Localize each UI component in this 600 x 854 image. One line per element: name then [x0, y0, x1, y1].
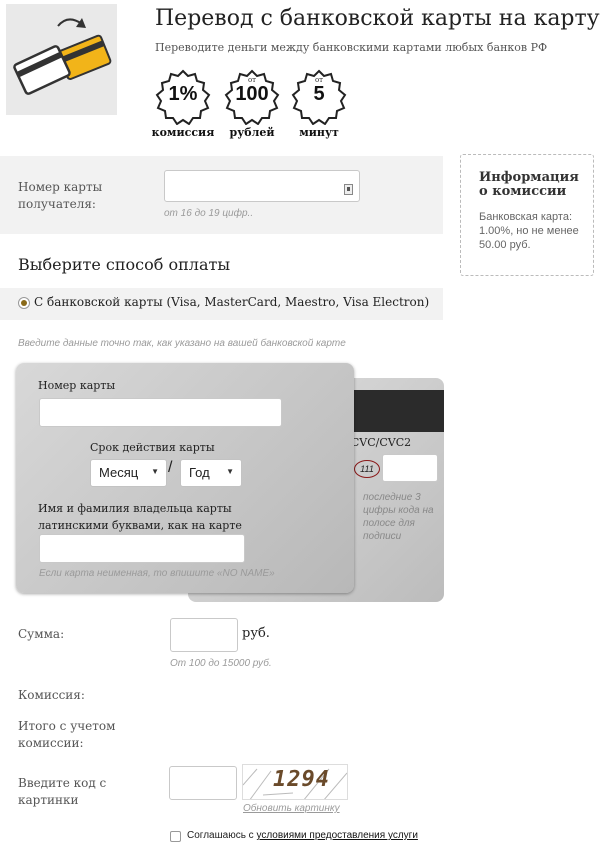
refresh-captcha-link[interactable]: Обновить картинку [243, 803, 340, 814]
chevron-down-icon: ▼ [226, 467, 234, 476]
captcha-code: 1294 [273, 767, 330, 792]
agreement-checkbox[interactable] [170, 831, 181, 842]
badge-label: минут [299, 126, 339, 139]
amount-input[interactable] [170, 618, 238, 652]
recipient-card-label: Номер карты получателя: [18, 180, 103, 211]
badge-label: комиссия [151, 126, 215, 139]
badge-value: 100 [235, 83, 269, 105]
commission-info-text: Банковская карта: 1.00%, но не менее 50.… [479, 211, 579, 251]
cvc-sample: 111 [354, 460, 380, 478]
agreement-text: Соглашаюсь с условиями предоставления ус… [187, 830, 418, 841]
badge-value: 1% [168, 83, 198, 105]
month-value: Месяц [99, 465, 139, 480]
expiry-label: Срок действия карты [90, 441, 215, 454]
card-holder-label: Имя и фамилия владельца карты латинскими… [38, 502, 242, 532]
amount-label: Сумма: [18, 627, 65, 641]
commission-info-title: Информация о комиссии [479, 170, 579, 199]
badge-label: рублей [229, 126, 275, 139]
card-front: Номер карты Срок действия карты Месяц ▼ … [16, 363, 354, 593]
expiry-month-select[interactable]: Месяц ▼ [90, 459, 167, 487]
card-number-label: Номер карты [38, 379, 116, 392]
cvc-hint: последние 3 цифры кода на полосе для под… [363, 492, 434, 542]
badge-value: 5 [313, 83, 325, 105]
cvc-input[interactable] [382, 454, 438, 482]
recipient-card-input[interactable] [164, 170, 360, 202]
time-badge: от 5 [291, 69, 347, 125]
card-instruction: Введите данные точно так, как указано на… [18, 338, 346, 349]
page-subtitle: Переводите деньги между банковскими карт… [155, 41, 548, 54]
card-number-input[interactable] [39, 398, 282, 427]
card-payment-label[interactable]: С банковской карты (Visa, MasterCard, Ma… [34, 295, 429, 309]
captcha-input[interactable] [169, 766, 237, 800]
captcha-label: Введите код с картинки [18, 776, 107, 807]
page-title: Перевод с банковской карты на карту [155, 6, 600, 31]
card-payment-radio[interactable] [18, 297, 30, 309]
cards-transfer-icon [13, 18, 112, 95]
card-holder-hint: Если карта неименная, то впишите «NO NAM… [39, 568, 275, 579]
recipient-card-hint: от 16 до 19 цифр.. [164, 208, 254, 219]
card-holder-input[interactable] [39, 534, 245, 563]
agreement-prefix: Соглашаюсь с [187, 830, 257, 841]
expiry-separator: / [168, 459, 173, 476]
terms-link[interactable]: условиями предоставления услуги [256, 830, 417, 841]
keyboard-icon[interactable] [344, 180, 353, 195]
amount-currency: руб. [242, 626, 270, 641]
chevron-down-icon: ▼ [151, 467, 159, 476]
captcha-image: 1294 [242, 764, 348, 800]
transfer-logo [6, 4, 117, 115]
commission-badge: 1% [155, 69, 211, 125]
year-value: Год [189, 465, 210, 480]
total-label: Итого с учетом комиссии: [18, 719, 116, 750]
expiry-year-select[interactable]: Год ▼ [180, 459, 242, 487]
amount-hint: От 100 до 15000 руб. [170, 658, 272, 669]
payment-method-title: Выберите способ оплаты [18, 255, 231, 274]
fee-label: Комиссия: [18, 688, 85, 702]
commission-info-box: Информация о комиссии Банковская карта: … [460, 154, 594, 276]
min-amount-badge: от 100 [224, 69, 280, 125]
